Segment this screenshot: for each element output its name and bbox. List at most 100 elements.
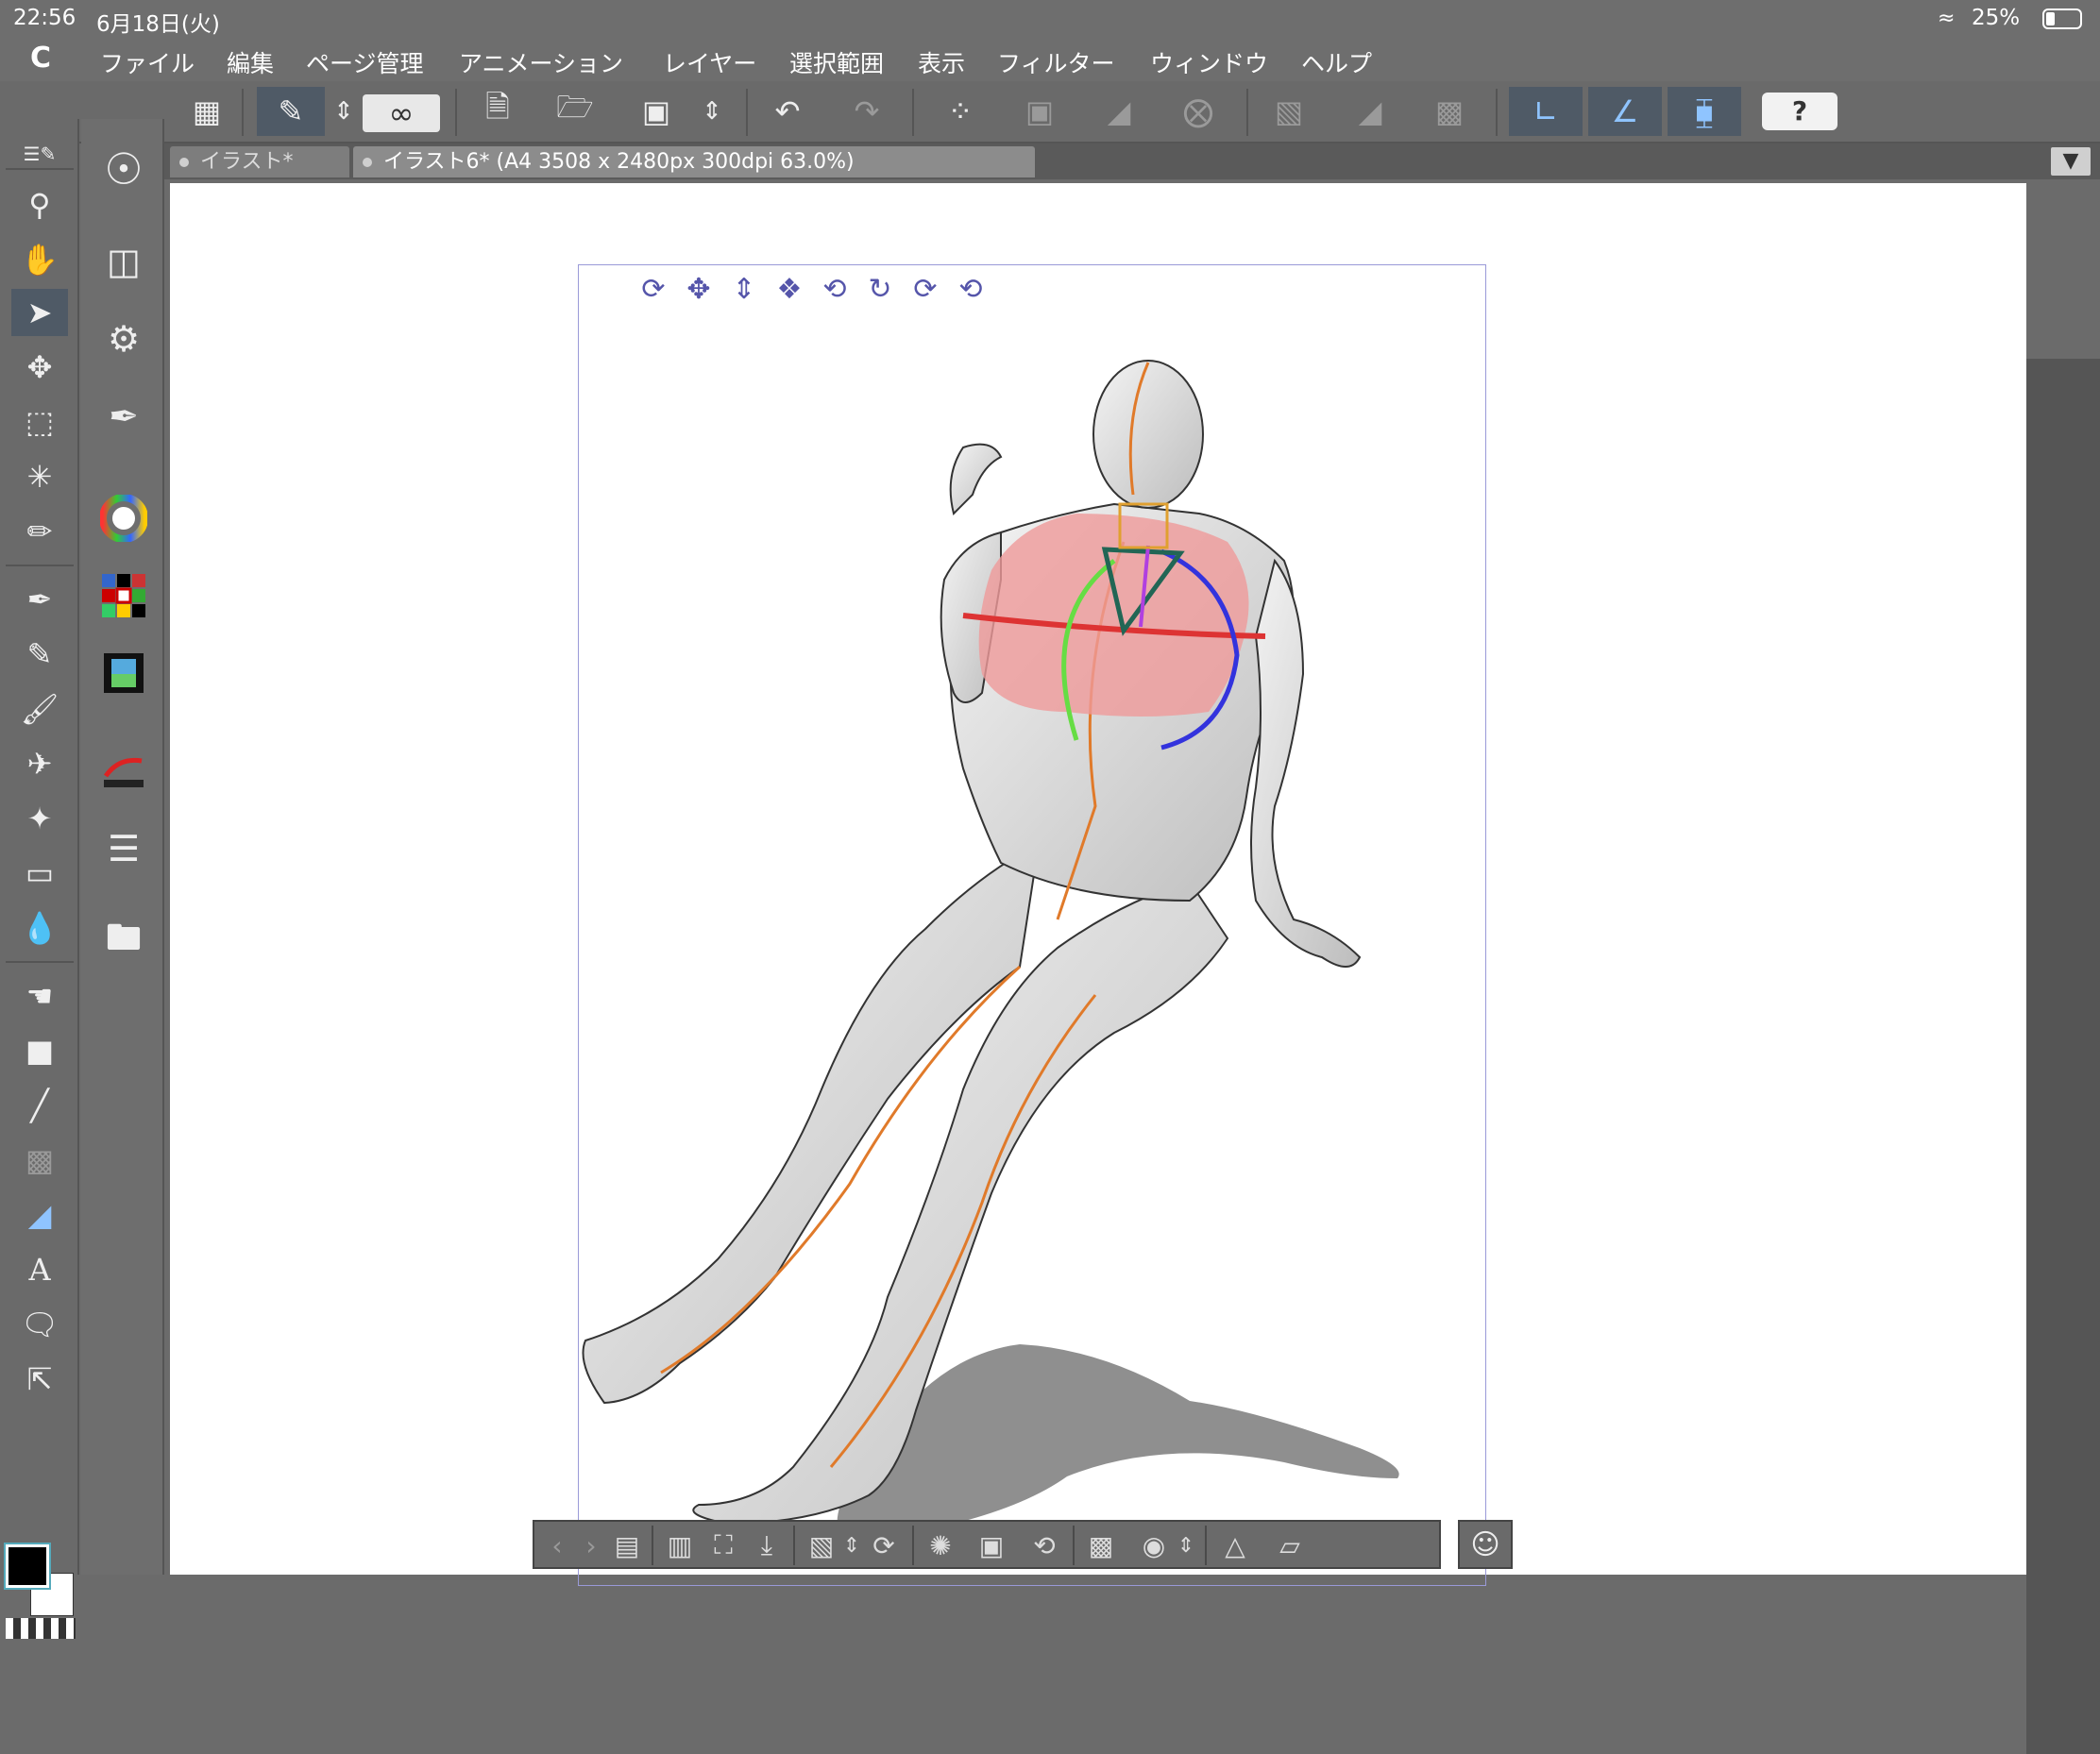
- transform-icon[interactable]: ⨂: [1175, 87, 1222, 136]
- share-pose-icon[interactable]: △: [1216, 1526, 1254, 1565]
- battery-percent: 25%: [1972, 6, 2021, 30]
- menu-layer[interactable]: レイヤー: [663, 45, 756, 79]
- fill-icon[interactable]: ◢: [1095, 87, 1143, 136]
- place-ground-icon[interactable]: ⤓: [748, 1526, 786, 1565]
- figure-icon[interactable]: ╱: [11, 1082, 68, 1129]
- gradient-icon[interactable]: ◢: [1346, 87, 1394, 136]
- selection-icon[interactable]: ⬚: [11, 398, 68, 446]
- snap-ruler-icon[interactable]: ∟: [1509, 87, 1583, 136]
- balloon-icon[interactable]: 🗨: [11, 1301, 68, 1348]
- canvas[interactable]: ⟳ ✥ ⇕ ❖ ⟲ ↻ ⟳ ⟲: [170, 183, 2026, 1586]
- save-icon[interactable]: ▩: [1082, 1526, 1120, 1565]
- status-date: 6月18日(火): [96, 12, 220, 37]
- quick-access-icon[interactable]: ☉: [93, 138, 155, 200]
- eyedropper-icon[interactable]: ✏: [11, 508, 68, 555]
- menu-edit[interactable]: 編集: [227, 45, 274, 79]
- animation-icon[interactable]: [93, 642, 155, 704]
- main-color-swatch[interactable]: [4, 1543, 51, 1590]
- open-folder-icon[interactable]: 🗁: [551, 87, 599, 136]
- canvas-transform-icon[interactable]: ✎: [257, 87, 325, 136]
- up-down-arrows-icon[interactable]: ⇕: [693, 87, 731, 136]
- figure-head: [1092, 360, 1204, 509]
- flip-icon[interactable]: ▱: [1271, 1526, 1309, 1565]
- undo-icon[interactable]: ↶: [761, 87, 814, 136]
- menu-selection[interactable]: 選択範囲: [789, 45, 884, 79]
- correct-line-icon[interactable]: ⇱: [11, 1356, 68, 1403]
- figure-hand-left: [949, 443, 1003, 515]
- app-logo-icon[interactable]: C: [30, 42, 51, 75]
- load-pose-icon[interactable]: ▥: [661, 1526, 699, 1565]
- up-down-arrows-icon[interactable]: ⇕: [327, 87, 361, 136]
- rotate-pose-icon[interactable]: ⟳: [865, 1526, 903, 1565]
- hand-icon[interactable]: ✋: [11, 236, 68, 283]
- object-launcher: ‹ › ▤ ▥ ⛶ ⤓ ▧ ⇕ ⟳ ✺ ▣ ⟲ ▩ ◉ ⇕ △ ▱: [533, 1520, 1441, 1569]
- ruler-frame-icon[interactable]: ▩: [1426, 87, 1473, 136]
- grid-icon[interactable]: ▦: [183, 87, 230, 136]
- command-bar: ▦ ✎ ⇕ ∞ 🗎 🗁 ▣ ⇕ ↶ ↷ ⁘ ▣ ◢ ⨂ ▧ ◢ ▩ ∟ ∠ ⧯ …: [0, 81, 2100, 143]
- snap-special-ruler-icon[interactable]: ∠: [1588, 87, 1662, 136]
- next-icon[interactable]: ›: [572, 1526, 610, 1565]
- tab-illust[interactable]: イラスト*: [170, 146, 349, 177]
- menu-animation[interactable]: アニメーション: [459, 45, 623, 79]
- cube-icon[interactable]: ▣: [1016, 87, 1063, 136]
- ruler-icon[interactable]: ◢: [11, 1191, 68, 1239]
- new-document-icon[interactable]: 🗎: [474, 87, 521, 136]
- pose-lock-icon[interactable]: ✺: [922, 1526, 959, 1565]
- right-scroll-panel[interactable]: [2026, 359, 2100, 1754]
- 3d-figure-model[interactable]: [170, 183, 2026, 1575]
- zoom-icon[interactable]: ⚲: [11, 181, 68, 228]
- reset-icon[interactable]: ⟲: [1025, 1526, 1063, 1565]
- canvas-area[interactable]: ⟳ ✥ ⇕ ❖ ⟲ ↻ ⟳ ⟲: [166, 179, 2100, 1754]
- tool-property-icon[interactable]: ⚙: [93, 308, 155, 370]
- blend-icon[interactable]: 💧: [11, 904, 68, 952]
- redo-icon[interactable]: ↷: [840, 87, 893, 136]
- focus-icon[interactable]: ⛶: [704, 1526, 742, 1565]
- figure-arm-right: [1250, 558, 1362, 968]
- tab-label: イラスト6* (A4 3508 x 2480px 300dpi 63.0%): [383, 150, 855, 174]
- menu-view[interactable]: 表示: [918, 45, 965, 79]
- material-icon[interactable]: 🖿: [93, 910, 155, 972]
- user-icon[interactable]: ☺: [1458, 1520, 1513, 1569]
- up-down-icon[interactable]: ⇕: [1167, 1526, 1205, 1565]
- cube-settings-icon[interactable]: ▣: [973, 1526, 1010, 1565]
- chevron-down-icon[interactable]: ▼: [2051, 147, 2091, 176]
- navigator-icon[interactable]: [93, 740, 155, 802]
- menu-help[interactable]: ヘルプ: [1301, 45, 1372, 79]
- palette-menu-icon[interactable]: ☰✎: [11, 130, 68, 177]
- color-indicator[interactable]: [4, 1543, 77, 1626]
- brush-icon[interactable]: 🖌: [11, 685, 68, 733]
- tab-illust6[interactable]: イラスト6* (A4 3508 x 2480px 300dpi 63.0%): [353, 146, 1035, 177]
- transparent-color-swatch[interactable]: [6, 1618, 76, 1639]
- magic-wand-icon[interactable]: ✳: [11, 453, 68, 500]
- fill-icon[interactable]: ☚: [11, 972, 68, 1020]
- list-icon[interactable]: ▤: [608, 1526, 646, 1565]
- gradient-icon[interactable]: ■: [11, 1027, 68, 1074]
- dots-icon[interactable]: ⁘: [937, 87, 984, 136]
- decoration-icon[interactable]: ✦: [11, 795, 68, 842]
- layer-icon[interactable]: ☰: [93, 818, 155, 880]
- snap-grid-icon[interactable]: ⧯: [1668, 87, 1741, 136]
- help-button[interactable]: ?: [1762, 93, 1838, 130]
- menu-window[interactable]: ウィンドウ: [1150, 45, 1268, 79]
- eraser-icon[interactable]: ▭: [11, 850, 68, 897]
- airbrush-icon[interactable]: ✈: [11, 740, 68, 787]
- brush-size-icon[interactable]: ✒: [93, 385, 155, 447]
- logo-swirl-icon[interactable]: ∞: [363, 94, 440, 132]
- sub-tool-icon[interactable]: ◫: [93, 230, 155, 293]
- color-set-icon[interactable]: [93, 565, 155, 627]
- menu-file[interactable]: ファイル: [100, 45, 195, 79]
- pen-icon[interactable]: ✒: [11, 576, 68, 623]
- menu-filter[interactable]: フィルター: [997, 45, 1115, 79]
- color-wheel-icon[interactable]: [93, 487, 155, 549]
- prev-icon[interactable]: ‹: [538, 1526, 576, 1565]
- snap-icon[interactable]: ▧: [1265, 87, 1312, 136]
- save-icon[interactable]: ▣: [633, 87, 680, 136]
- menu-page[interactable]: ページ管理: [306, 45, 424, 79]
- status-time: 22:56: [13, 6, 76, 30]
- tool-palette: ☰✎ ⚲ ✋ ➤ ✥ ⬚ ✳ ✏ ✒ ✎ 🖌 ✈ ✦ ▭ 💧 ☚ ■ ╱ ▩ ◢…: [0, 119, 79, 1639]
- pencil-icon[interactable]: ✎: [11, 631, 68, 678]
- frame-icon[interactable]: ▩: [11, 1137, 68, 1184]
- text-icon[interactable]: A: [11, 1246, 68, 1293]
- move-icon[interactable]: ✥: [11, 344, 68, 391]
- object-icon[interactable]: ➤: [11, 289, 68, 336]
